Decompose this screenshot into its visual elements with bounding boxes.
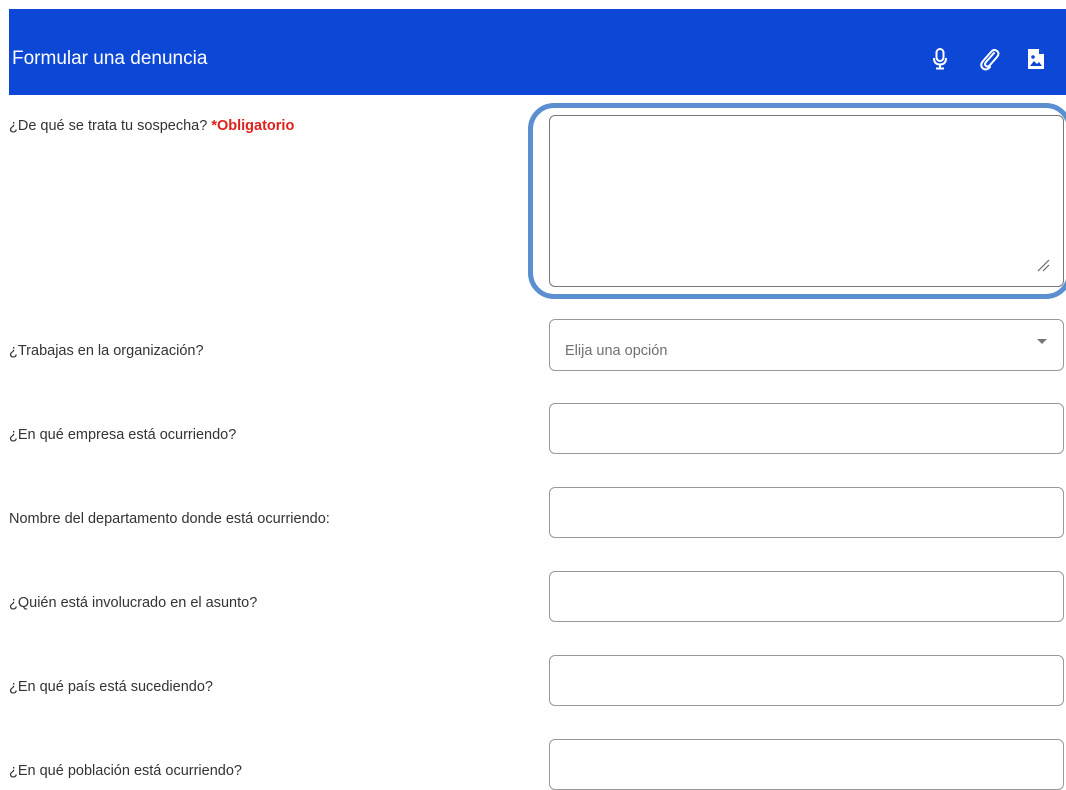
country-label: ¿En qué país está sucediendo?	[9, 679, 213, 695]
suspicion-label: ¿De qué se trata tu sospecha? *Obligator…	[9, 117, 294, 135]
chevron-down-icon	[1037, 339, 1047, 344]
country-input[interactable]	[549, 655, 1064, 706]
department-input[interactable]	[549, 487, 1064, 538]
paperclip-icon[interactable]	[976, 45, 1002, 73]
employee-select[interactable]: Elija una opción	[549, 319, 1064, 371]
employee-label: ¿Trabajas en la organización?	[9, 343, 204, 359]
town-label: ¿En qué población está ocurriendo?	[9, 763, 242, 779]
employee-select-placeholder: Elija una opción	[565, 343, 668, 359]
involved-input[interactable]	[549, 571, 1064, 622]
required-marker: *Obligatorio	[211, 118, 295, 134]
resize-grip-icon[interactable]	[1036, 258, 1050, 272]
department-label: Nombre del departamento donde está ocurr…	[9, 511, 330, 527]
town-input[interactable]	[549, 739, 1064, 790]
header-title: Formular una denuncia	[12, 48, 208, 69]
form-header: Formular una denuncia	[9, 9, 1066, 95]
microphone-icon[interactable]	[927, 45, 953, 73]
company-input[interactable]	[549, 403, 1064, 454]
suspicion-textarea[interactable]	[549, 115, 1064, 287]
suspicion-label-text: ¿De qué se trata tu sospecha?	[9, 118, 208, 134]
company-label: ¿En qué empresa está ocurriendo?	[9, 427, 237, 443]
involved-label: ¿Quién está involucrado en el asunto?	[9, 595, 258, 611]
image-file-icon[interactable]	[1023, 45, 1049, 73]
